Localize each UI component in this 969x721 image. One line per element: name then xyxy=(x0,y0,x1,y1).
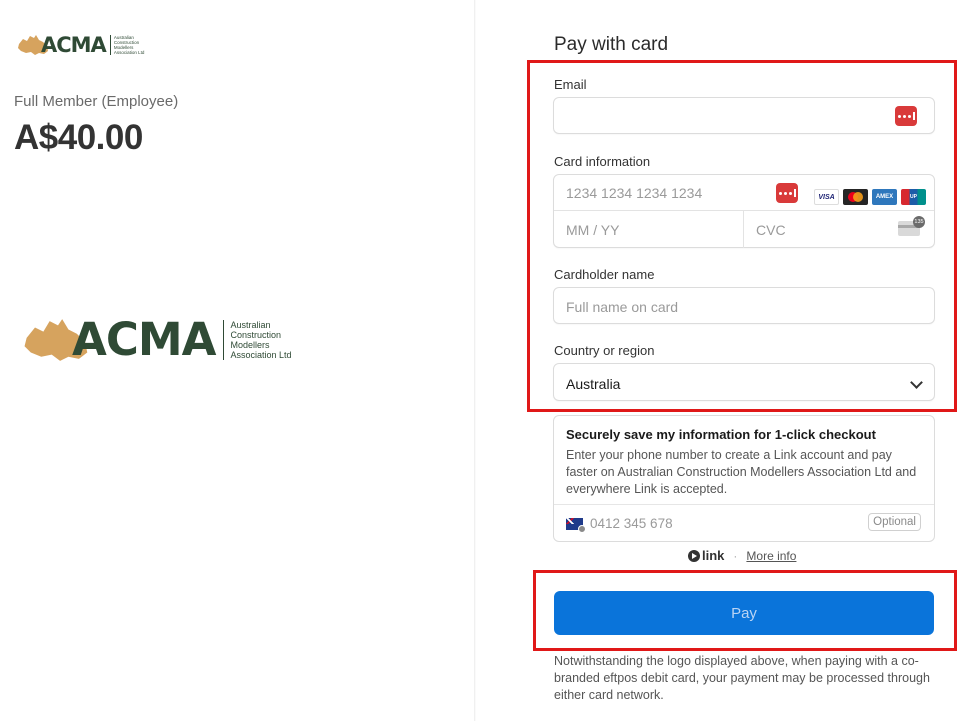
plan-price: A$40.00 xyxy=(14,118,143,157)
link-footer: link · More info xyxy=(688,548,796,563)
form-title: Pay with card xyxy=(554,34,669,55)
more-info-link[interactable]: More info xyxy=(746,549,796,563)
link-separator: · xyxy=(733,548,738,563)
order-summary-pane: ACMA Australian Construction Modellers A… xyxy=(0,0,474,721)
pay-button[interactable]: Pay xyxy=(554,591,934,635)
australia-flag-icon[interactable] xyxy=(566,518,586,533)
pane-divider xyxy=(474,0,476,721)
acma-logo-large: ACMA Australian Construction Modellers A… xyxy=(22,313,292,366)
acma-wordmark: ACMA xyxy=(41,33,107,57)
save-info-description: Enter your phone number to create a Link… xyxy=(566,448,917,496)
acma-subtitle: Australian Construction Modellers Associ… xyxy=(223,319,292,360)
save-info-divider xyxy=(554,504,934,505)
link-logo-icon xyxy=(688,549,700,562)
plan-name: Full Member (Employee) xyxy=(14,93,179,110)
eftpos-disclaimer: Notwithstanding the logo displayed above… xyxy=(554,654,930,702)
link-brand: link xyxy=(702,548,725,563)
highlight-payment-fields xyxy=(527,60,957,412)
acma-logo-small: ACMA Australian Construction Modellers A… xyxy=(17,33,144,57)
save-info-title: Securely save my information for 1-click… xyxy=(566,427,876,442)
phone-input[interactable]: 0412 345 678 xyxy=(590,516,673,531)
acma-subtitle: Australian Construction Modellers Associ… xyxy=(109,35,144,55)
acma-wordmark: ACMA xyxy=(72,313,216,366)
optional-badge: Optional xyxy=(868,513,921,531)
link-save-info-box: Securely save my information for 1-click… xyxy=(553,415,935,542)
